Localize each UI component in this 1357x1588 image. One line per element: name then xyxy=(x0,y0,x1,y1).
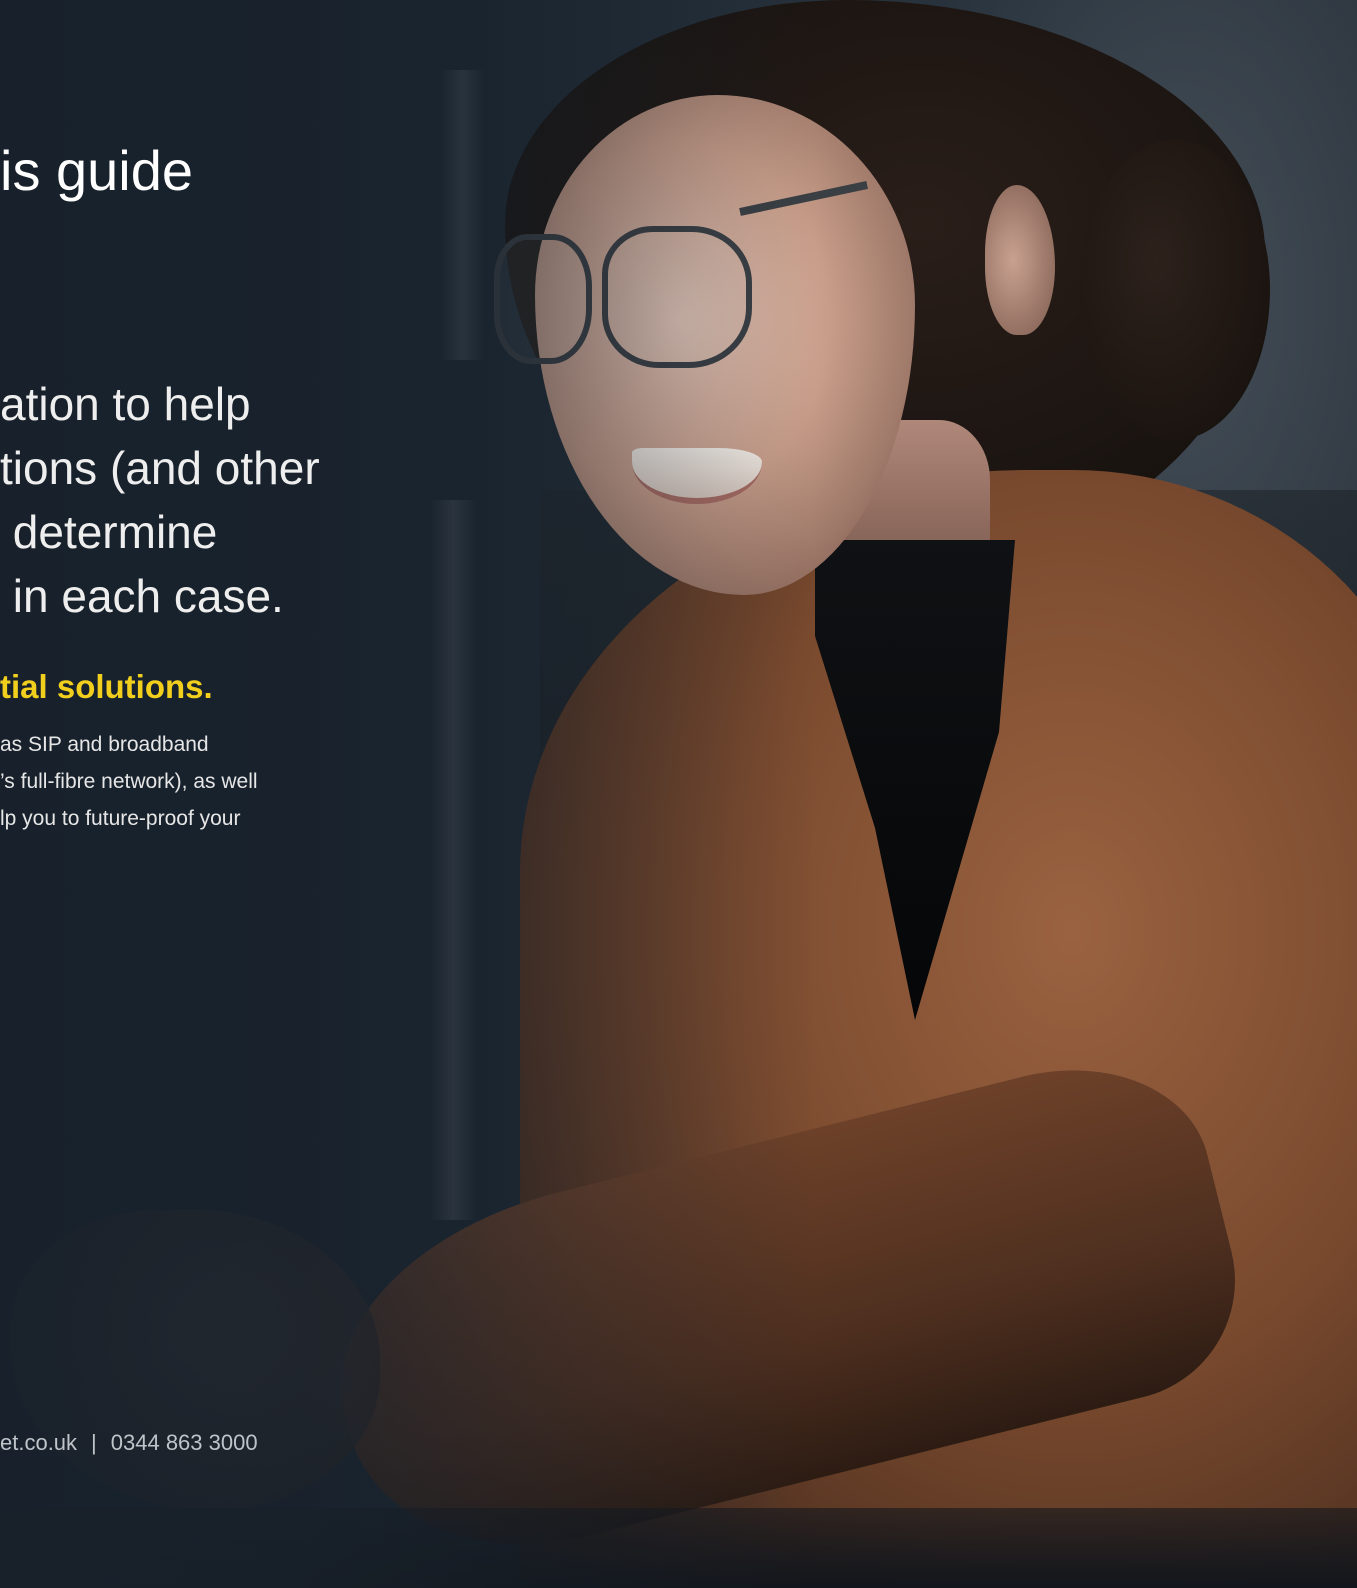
intro-line: determine xyxy=(0,506,218,558)
page-heading: is guide xyxy=(0,139,194,202)
intro-line: tions (and other xyxy=(0,442,320,494)
footer-contact: et.co.uk | 0344 863 3000 xyxy=(0,1430,258,1456)
footer-phone[interactable]: 0344 863 3000 xyxy=(111,1430,258,1455)
footer-separator: | xyxy=(91,1430,97,1455)
body-line: lp you to future-proof your xyxy=(0,807,241,830)
intro-paragraph: ation to help tions (and other determine… xyxy=(0,372,320,628)
intro-line: in each case. xyxy=(0,570,284,622)
body-paragraph: as SIP and broadband ’s full-fibre netwo… xyxy=(0,726,258,837)
document-page: is guide ation to help tions (and other … xyxy=(0,0,1357,1588)
footer-website-link[interactable]: et.co.uk xyxy=(0,1430,77,1455)
highlight-subheading: tial solutions. xyxy=(0,668,213,705)
body-line: as SIP and broadband xyxy=(0,733,209,756)
body-line: ’s full-fibre network), as well xyxy=(0,770,258,793)
intro-line: ation to help xyxy=(0,378,251,430)
